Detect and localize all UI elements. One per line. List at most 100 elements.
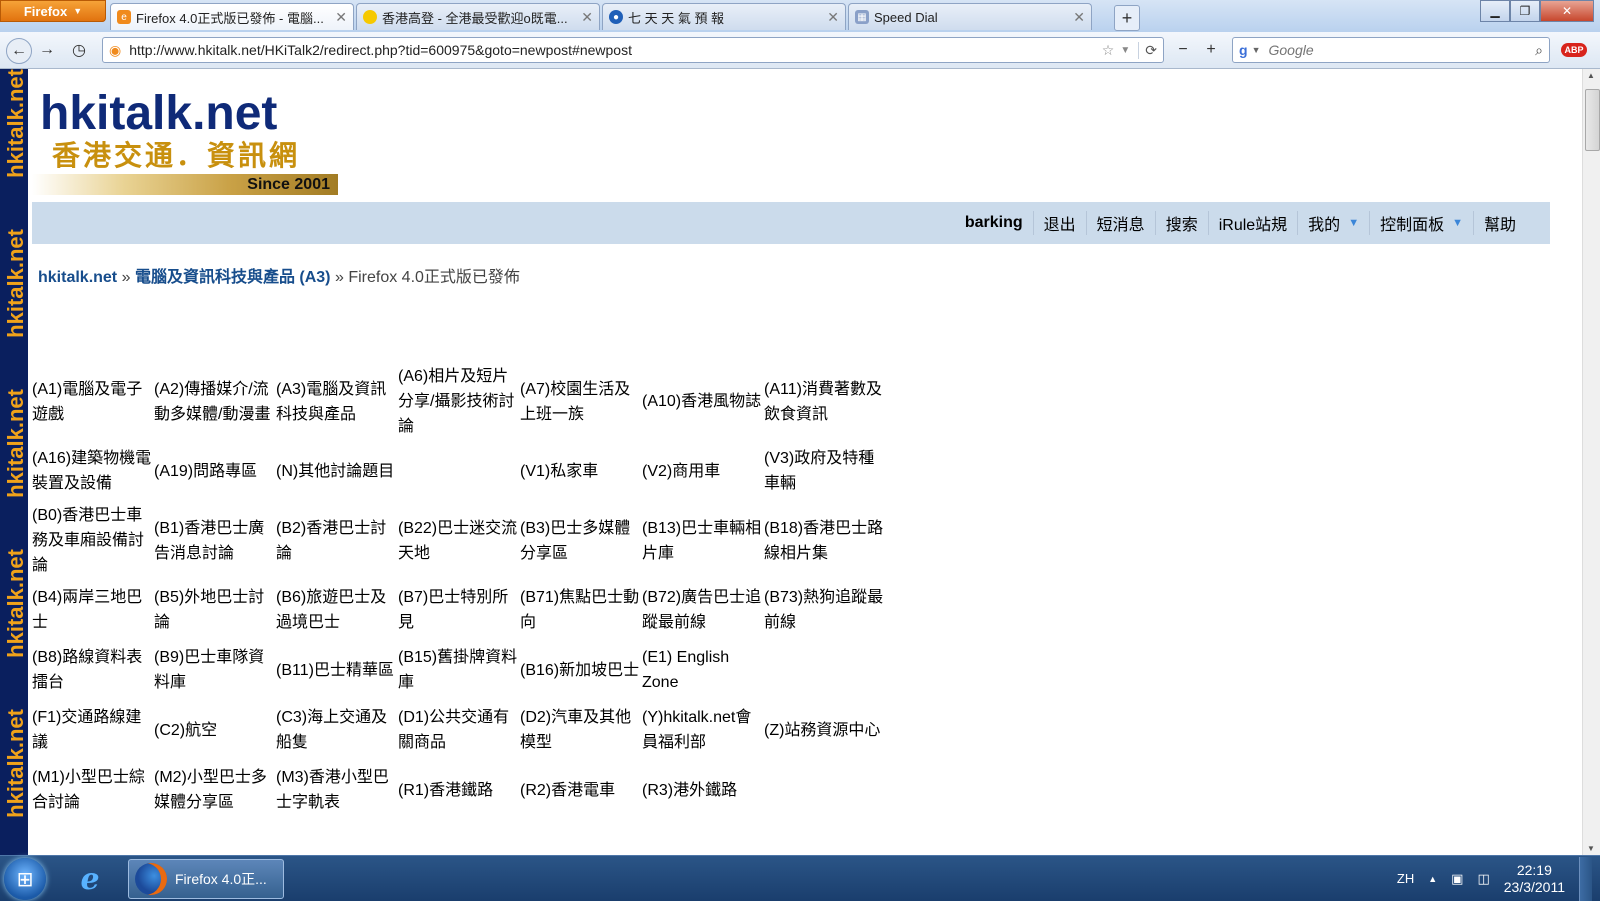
forum-link[interactable]: (R2)香港電車 — [520, 760, 642, 820]
forum-link[interactable]: (M2)小型巴士多媒體分享區 — [154, 760, 276, 820]
forum-link[interactable]: (B1)香港巴士廣告消息討論 — [154, 501, 276, 580]
forum-link[interactable]: (M1)小型巴士綜合討論 — [32, 760, 154, 820]
minimize-button[interactable]: ▁ — [1480, 0, 1510, 22]
forum-link[interactable]: (R3)港外鐵路 — [642, 760, 764, 820]
forum-link[interactable]: (A16)建築物機電裝置及設備 — [32, 441, 154, 501]
forum-link[interactable]: (A7)校園生活及上班一族 — [520, 362, 642, 441]
forum-link[interactable]: (E1) English Zone — [642, 640, 764, 700]
site-identity-icon[interactable]: ◉ — [109, 42, 121, 59]
forum-link[interactable]: (A2)傳播媒介/流動多媒體/動漫畫 — [154, 362, 276, 441]
forum-link[interactable]: (A3)電腦及資訊科技與產品 — [276, 362, 398, 441]
forum-link[interactable]: (B8)路線資料表擂台 — [32, 640, 154, 700]
forum-link[interactable]: (A11)消費著數及飲食資訊 — [764, 362, 886, 441]
search-icon[interactable]: ⌕ — [1535, 42, 1543, 59]
adblock-icon[interactable]: ABP — [1560, 38, 1588, 62]
search-input[interactable] — [1266, 41, 1536, 59]
tab-golden[interactable]: 香港高登 - 全港最受歡迎o既電... ✕ — [356, 3, 600, 30]
logout-link[interactable]: 退出 — [1032, 211, 1086, 235]
forum-link[interactable]: (C2)航空 — [154, 700, 276, 760]
messages-label: 短消息 — [1096, 217, 1145, 234]
forum-link[interactable]: (M3)香港小型巴士字軌表 — [276, 760, 398, 820]
search-bar[interactable]: g ▼ ⌕ — [1232, 37, 1550, 63]
forum-link[interactable]: (B71)焦點巴士動向 — [520, 580, 642, 640]
forum-link[interactable]: (B73)熱狗追蹤最前線 — [764, 580, 886, 640]
forum-link[interactable]: (B0)香港巴士車務及車廂設備討論 — [32, 501, 154, 580]
forum-link[interactable]: (B72)廣告巴士追蹤最前線 — [642, 580, 764, 640]
forum-link[interactable]: (V1)私家車 — [520, 441, 642, 501]
forum-link[interactable]: (B18)香港巴士路線相片集 — [764, 501, 886, 580]
tab-weather[interactable]: ● 七 天 天 氣 預 報 ✕ — [602, 3, 846, 30]
tab-hkitalk[interactable]: e Firefox 4.0正式版已發佈 - 電腦... ✕ — [110, 3, 354, 30]
control-panel-menu[interactable]: 控制面板 ▼ — [1369, 211, 1473, 235]
forum-link[interactable]: (B22)巴士迷交流天地 — [398, 501, 520, 580]
start-button[interactable]: ⊞ — [4, 858, 46, 900]
bookmark-star-icon[interactable]: ☆ — [1102, 42, 1115, 59]
forum-link[interactable]: (B16)新加坡巴士 — [520, 640, 642, 700]
forum-link[interactable]: (F1)交通路線建議 — [32, 700, 154, 760]
forum-link[interactable]: (C3)海上交通及船隻 — [276, 700, 398, 760]
url-bar[interactable]: ◉ http://www.hkitalk.net/HKiTalk2/redire… — [102, 37, 1164, 63]
forum-link[interactable]: (B7)巴士特別所見 — [398, 580, 520, 640]
close-icon[interactable]: ✕ — [1073, 9, 1085, 26]
forum-link[interactable]: (B4)兩岸三地巴士 — [32, 580, 154, 640]
volume-icon[interactable]: ◫ — [1477, 871, 1489, 887]
forum-link[interactable]: (Z)站務資源中心 — [764, 700, 886, 760]
breadcrumb-home[interactable]: hkitalk.net — [38, 269, 117, 286]
forum-link[interactable]: (B13)巴士車輛相片庫 — [642, 501, 764, 580]
forum-link[interactable]: (A6)相片及短片分享/攝影技術討論 — [398, 362, 520, 441]
forward-button[interactable]: → — [34, 38, 60, 62]
show-hidden-icons-icon[interactable]: ▲ — [1428, 874, 1437, 884]
forum-link[interactable]: (D1)公共交通有關商品 — [398, 700, 520, 760]
forum-link[interactable]: (A10)香港風物誌 — [642, 362, 764, 441]
forum-link[interactable]: (B3)巴士多媒體分享區 — [520, 501, 642, 580]
forum-link[interactable]: (B15)舊掛牌資料庫 — [398, 640, 520, 700]
scroll-thumb[interactable] — [1585, 89, 1600, 151]
forum-link[interactable]: (R1)香港鐵路 — [398, 760, 520, 820]
page-scrollbar[interactable]: ▲ ▼ — [1582, 69, 1600, 855]
forum-link[interactable]: (V3)政府及特種車輛 — [764, 441, 886, 501]
search-link[interactable]: 搜索 — [1154, 211, 1208, 235]
clock[interactable]: 22:19 23/3/2011 — [1504, 862, 1565, 896]
breadcrumb-section[interactable]: 電腦及資訊科技與產品 (A3) — [135, 269, 331, 286]
rules-link[interactable]: iRule站規 — [1207, 211, 1297, 235]
site-logo[interactable]: hkitalk.net 香港交通．資訊網 Since 2001 — [32, 84, 338, 196]
my-menu[interactable]: 我的 ▼ — [1297, 211, 1369, 235]
close-icon[interactable]: ✕ — [827, 9, 839, 26]
forum-link-label: (M1)小型巴士綜合討論 — [32, 769, 145, 811]
help-link[interactable]: 幫助 — [1472, 211, 1526, 235]
google-icon[interactable]: g — [1239, 42, 1248, 58]
username-link[interactable]: barking — [955, 214, 1033, 232]
forum-link[interactable]: (B11)巴士精華區 — [276, 640, 398, 700]
forum-link[interactable]: (Y)hkitalk.net會員福利部 — [642, 700, 764, 760]
internet-explorer-icon[interactable]: e — [62, 859, 118, 899]
scroll-down-arrow[interactable]: ▼ — [1587, 844, 1595, 853]
forum-link[interactable]: (A19)問路專區 — [154, 441, 276, 501]
maximize-button[interactable]: ❐ — [1510, 0, 1540, 22]
zoom-out-button[interactable]: − — [1170, 38, 1196, 62]
history-icon[interactable]: ◷ — [66, 38, 92, 62]
firefox-menu-button[interactable]: Firefox ▼ — [0, 0, 106, 22]
forum-link[interactable]: (B5)外地巴士討論 — [154, 580, 276, 640]
forum-link[interactable]: (B6)旅遊巴士及過境巴士 — [276, 580, 398, 640]
new-tab-button[interactable]: + — [1114, 5, 1140, 31]
language-indicator[interactable]: ZH — [1397, 871, 1414, 886]
reload-icon[interactable]: ⟳ — [1138, 41, 1163, 59]
scroll-up-arrow[interactable]: ▲ — [1587, 71, 1595, 80]
forum-link[interactable]: (B2)香港巴士討論 — [276, 501, 398, 580]
forum-link[interactable]: (N)其他討論題目 — [276, 441, 398, 501]
close-icon[interactable]: ✕ — [335, 9, 347, 26]
forum-link[interactable]: (A1)電腦及電子遊戲 — [32, 362, 154, 441]
forum-link[interactable]: (V2)商用車 — [642, 441, 764, 501]
messages-link[interactable]: 短消息 — [1085, 211, 1155, 235]
close-icon[interactable]: ✕ — [581, 9, 593, 26]
back-button[interactable]: ← — [6, 38, 32, 64]
forum-link[interactable]: (D2)汽車及其他模型 — [520, 700, 642, 760]
tab-speed-dial[interactable]: ▦ Speed Dial ✕ — [848, 3, 1092, 30]
network-icon[interactable]: ▣ — [1451, 871, 1463, 887]
taskbar-firefox-task[interactable]: Firefox 4.0正... — [128, 859, 284, 899]
zoom-in-button[interactable]: + — [1198, 38, 1224, 62]
show-desktop-button[interactable] — [1579, 856, 1592, 901]
window-close-button[interactable]: ✕ — [1540, 0, 1594, 22]
forum-link[interactable]: (B9)巴士車隊資料庫 — [154, 640, 276, 700]
dropdown-icon[interactable]: ▼ — [1120, 45, 1130, 56]
